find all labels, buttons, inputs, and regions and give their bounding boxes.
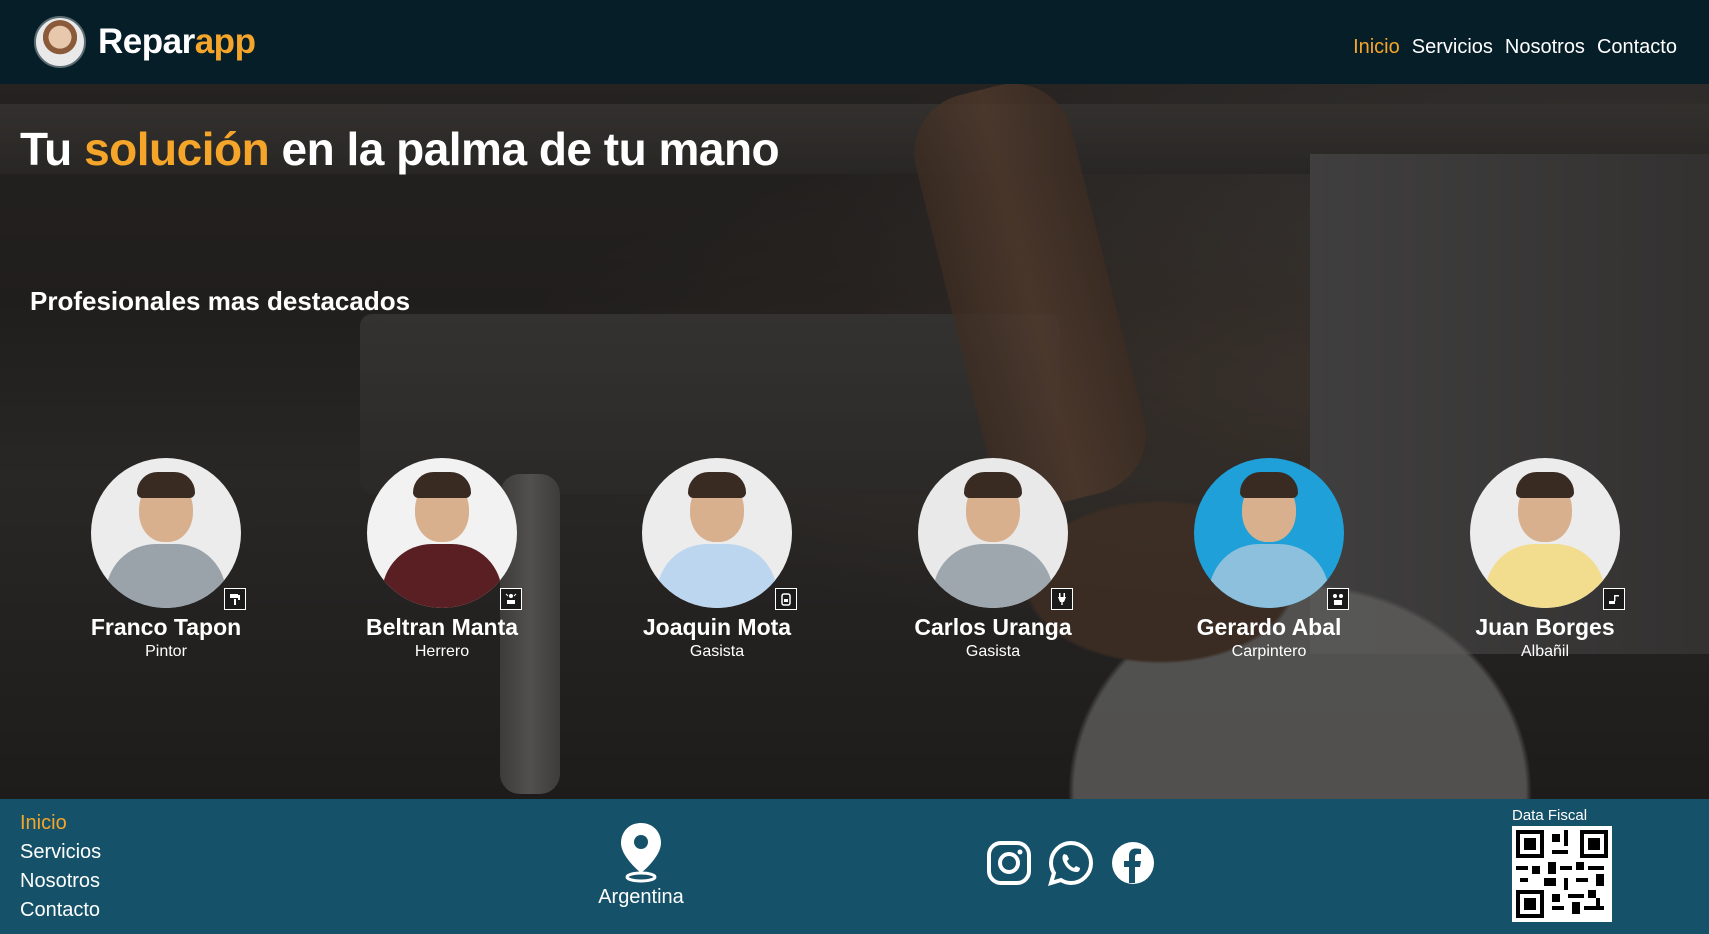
professional-role: Gasista	[965, 643, 1021, 660]
professional-card[interactable]: Beltran Manta Herrero	[332, 458, 552, 661]
professional-card[interactable]: Joaquin Mota Gasista	[607, 458, 827, 661]
professional-photo	[918, 458, 1068, 608]
main-nav: Inicio Servicios Nosotros Contacto	[1353, 36, 1677, 59]
facebook-icon[interactable]	[1109, 839, 1157, 887]
professional-name: Juan Borges	[1475, 614, 1615, 640]
professional-hair	[137, 472, 195, 498]
professional-name: Beltran Manta	[365, 614, 519, 640]
location-label: Argentina	[598, 886, 684, 908]
hero-overlay	[0, 84, 1709, 799]
professional-hair	[964, 472, 1022, 498]
professional-photo	[642, 458, 792, 608]
footer-nav: Inicio Servicios Nosotros Contacto	[20, 809, 101, 925]
brand-name-part1: Repar	[98, 22, 195, 61]
paint-roller-icon	[224, 588, 246, 610]
map-pin-icon	[621, 823, 661, 883]
footer-nav-contacto[interactable]: Contacto	[20, 896, 101, 925]
professionals-list: Franco Tapon Pintor Beltran Manta Herrer…	[0, 458, 1709, 660]
professional-card[interactable]: Franco Tapon Pintor	[56, 458, 276, 661]
professional-photo	[367, 458, 517, 608]
professional-hair	[688, 472, 746, 498]
professional-hair	[1240, 472, 1298, 498]
brand-logo[interactable]: Reparapp	[34, 16, 256, 68]
hero-section: Tu solución en la palma de tu mano Profe…	[0, 84, 1709, 799]
professional-name: Joaquin Mota	[642, 614, 792, 640]
site-header: Reparapp Inicio Servicios Nosotros Conta…	[0, 0, 1709, 84]
nav-contacto[interactable]: Contacto	[1597, 36, 1677, 59]
professional-photo	[1194, 458, 1344, 608]
professional-card[interactable]: Gerardo Abal Carpintero	[1159, 458, 1379, 661]
professional-role: Carpintero	[1231, 643, 1307, 660]
professional-body	[382, 544, 502, 608]
professional-hair	[413, 472, 471, 498]
professional-name: Gerardo Abal	[1196, 614, 1342, 640]
whatsapp-icon[interactable]	[1047, 839, 1095, 887]
nav-inicio[interactable]: Inicio	[1353, 36, 1400, 59]
welding-icon	[500, 588, 522, 610]
hero-title: Tu solución en la palma de tu mano	[20, 122, 780, 176]
brand-name: Reparapp	[98, 22, 256, 62]
footer-nav-servicios[interactable]: Servicios	[20, 838, 101, 867]
qr-code-icon	[1516, 830, 1608, 918]
social-links	[985, 839, 1157, 887]
instagram-icon[interactable]	[985, 839, 1033, 887]
professional-card[interactable]: Carlos Uranga Gasista	[883, 458, 1103, 661]
hero-title-part1: Tu	[20, 123, 85, 175]
hero-title-accent: solución	[84, 123, 270, 175]
qr-code[interactable]	[1512, 826, 1612, 922]
brand-avatar	[34, 16, 86, 68]
footer-nav-nosotros[interactable]: Nosotros	[20, 867, 101, 896]
trowel-icon	[1603, 588, 1625, 610]
professional-role: Gasista	[689, 643, 745, 660]
professional-name: Carlos Uranga	[914, 614, 1072, 640]
professional-photo	[1470, 458, 1620, 608]
professional-hair	[1516, 472, 1574, 498]
professional-role: Albañil	[1520, 643, 1570, 660]
site-footer: Inicio Servicios Nosotros Contacto Argen…	[0, 799, 1709, 934]
professional-photo	[91, 458, 241, 608]
professional-body	[106, 544, 226, 608]
footer-nav-inicio[interactable]: Inicio	[20, 809, 101, 838]
brand-name-part2: app	[194, 22, 256, 61]
location[interactable]: Argentina	[598, 821, 684, 909]
professional-name: Franco Tapon	[90, 614, 242, 640]
plug-icon	[1051, 588, 1073, 610]
gas-cylinder-icon	[775, 588, 797, 610]
nav-servicios[interactable]: Servicios	[1412, 36, 1493, 59]
professional-role: Herrero	[414, 643, 470, 660]
data-fiscal[interactable]: Data Fiscal	[1512, 807, 1612, 922]
professional-body	[657, 544, 777, 608]
professional-body	[1485, 544, 1605, 608]
professional-card[interactable]: Juan Borges Albañil	[1435, 458, 1655, 661]
tools-icon	[1327, 588, 1349, 610]
nav-nosotros[interactable]: Nosotros	[1505, 36, 1585, 59]
data-fiscal-label: Data Fiscal	[1512, 807, 1588, 824]
professional-body	[933, 544, 1053, 608]
hero-title-part2: en la palma de tu mano	[269, 123, 780, 175]
professional-role: Pintor	[145, 643, 187, 660]
featured-professionals-title: Profesionales mas destacados	[30, 286, 411, 316]
professional-body	[1209, 544, 1329, 608]
